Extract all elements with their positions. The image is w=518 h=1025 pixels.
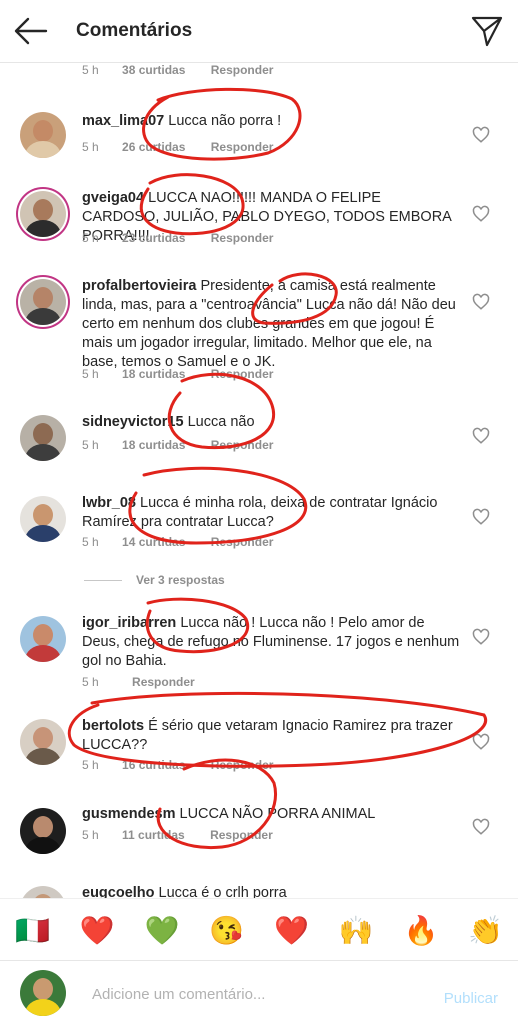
emoji-clapping-hands[interactable]: 👏 [463,914,509,947]
reply-button[interactable]: Responder [211,63,274,77]
comment-meta: 5 h 23 curtidas Responder [82,231,273,245]
comment-time: 5 h [82,758,99,772]
comment-username[interactable]: sidneyvictor15 [82,414,184,430]
comment-meta: 5 h 16 curtidas Responder [82,758,273,772]
reply-button[interactable]: Responder [132,675,195,689]
avatar[interactable] [20,191,66,237]
my-avatar[interactable] [20,970,66,1016]
page-title: Comentários [76,20,193,41]
comment-meta: 5 h 14 curtidas Responder [82,535,273,549]
comment-username[interactable]: max_lima07 [82,113,164,129]
heart-icon[interactable] [472,628,490,646]
like-count[interactable]: 23 curtidas [122,231,185,245]
heart-icon[interactable] [472,427,490,445]
publish-button[interactable]: Publicar [444,990,498,1007]
quick-emoji-bar: 🇮🇹 ❤️ 💚 😘 ❤️ 🙌 🔥 👏 [0,898,518,961]
comment-time: 5 h [82,828,99,842]
comment-time: 5 h [82,63,99,77]
back-arrow-icon[interactable] [12,16,48,46]
comment-time: 5 h [82,675,99,689]
comment-meta: 5 h 38 curtidas Responder [82,63,273,77]
like-count[interactable]: 18 curtidas [122,438,185,452]
avatar[interactable] [20,719,66,765]
heart-icon[interactable] [472,818,490,836]
reply-button[interactable]: Responder [211,758,274,772]
comment-meta: 5 h 26 curtidas Responder [82,140,273,154]
reply-button[interactable]: Responder [211,231,274,245]
comment-text: Lucca não [187,414,255,430]
comment-input[interactable] [90,979,424,1009]
heart-icon[interactable] [472,205,490,223]
like-count[interactable]: 11 curtidas [122,828,185,842]
comment-username[interactable]: eugcoelho [82,885,155,898]
emoji-fire[interactable]: 🔥 [398,914,444,947]
comment-time: 5 h [82,438,99,452]
reply-button[interactable]: Responder [211,535,274,549]
comment-username[interactable]: bertolots [82,718,144,734]
like-count[interactable]: 18 curtidas [122,367,185,381]
reply-button[interactable]: Responder [211,367,274,381]
comment-username[interactable]: gveiga04 [82,190,144,206]
reply-button[interactable]: Responder [211,438,274,452]
comment-text: Lucca não porra ! [168,113,282,129]
heart-icon[interactable] [472,733,490,751]
like-count[interactable]: 14 curtidas [122,535,185,549]
comments-list: 5 h 38 curtidas Responder max_lima07 Luc… [0,63,518,898]
avatar[interactable] [20,279,66,325]
view-replies-button[interactable]: Ver 3 respostas [84,573,225,587]
comment-meta: 5 h 18 curtidas Responder [82,367,273,381]
comment-username[interactable]: gusmendesm [82,806,175,822]
comment-meta: 5 h 18 curtidas Responder [82,438,273,452]
send-icon[interactable] [470,14,504,48]
top-bar: Comentários [0,0,518,63]
emoji-raising-hands[interactable]: 🙌 [333,914,379,947]
comment-text: Lucca é minha rola, deixa de contratar I… [82,495,438,530]
heart-icon[interactable] [472,126,490,144]
view-replies-label: Ver 3 respostas [136,573,225,587]
heart-icon[interactable] [472,293,490,311]
comment-time: 5 h [82,140,99,154]
comment-text: Lucca é o crlh porra [158,885,287,898]
comment-username[interactable]: profalbertovieira [82,278,196,294]
emoji-green-heart[interactable]: 💚 [139,914,185,947]
avatar[interactable] [20,808,66,854]
reply-button[interactable]: Responder [211,140,274,154]
comment-composer: Publicar [0,960,518,1025]
comment-meta: 5 h 11 curtidas Responder [82,828,273,842]
comment-username[interactable]: lwbr_08 [82,495,136,511]
comment-text: LUCCA NÃO PORRA ANIMAL [179,806,376,822]
comment-time: 5 h [82,367,99,381]
avatar[interactable] [20,112,66,158]
avatar[interactable] [20,886,66,898]
comment-meta: 5 h Responder [82,675,195,689]
avatar[interactable] [20,616,66,662]
emoji-red-heart[interactable]: ❤️ [74,914,120,947]
reply-button[interactable]: Responder [210,828,273,842]
heart-icon[interactable] [472,508,490,526]
like-count[interactable]: 38 curtidas [122,63,185,77]
like-count[interactable]: 26 curtidas [122,140,185,154]
divider [84,580,122,582]
avatar[interactable] [20,496,66,542]
emoji-italy-flag[interactable]: 🇮🇹 [9,914,55,947]
avatar[interactable] [20,415,66,461]
emoji-kiss-face[interactable]: 😘 [204,914,250,947]
comment-time: 5 h [82,231,99,245]
comment-username[interactable]: igor_iribarren [82,615,176,631]
like-count[interactable]: 16 curtidas [122,758,185,772]
comment-time: 5 h [82,535,99,549]
emoji-red-heart[interactable]: ❤️ [268,914,314,947]
